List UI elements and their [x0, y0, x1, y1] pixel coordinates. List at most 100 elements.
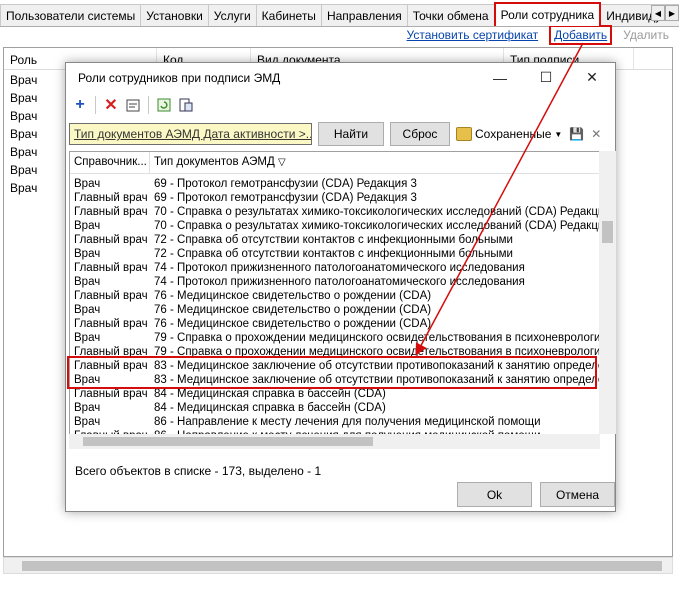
tab-employee-roles[interactable]: Роли сотрудника: [493, 2, 602, 26]
tab-services[interactable]: Услуги: [207, 4, 257, 26]
list-item[interactable]: Врач 79 - Справка о прохождении медицинск…: [70, 331, 599, 345]
list-item[interactable]: Главный врач 76 - Медицинское свидетельст…: [70, 289, 599, 303]
maximize-icon[interactable]: ☐: [523, 63, 569, 92]
list-item-doc-type: 70 - Справка о результатах химико-токсик…: [154, 220, 599, 232]
list-item-doc-type: 76 - Медицинское свидетельство о рождени…: [154, 304, 432, 316]
list-item-role: Главный врач: [74, 290, 148, 302]
list-item[interactable]: Главный врач 70 - Справка о результатах х…: [70, 205, 599, 219]
col-reference[interactable]: Справочник...: [70, 152, 150, 173]
saved-filters[interactable]: Сохраненные ▼ 💾 ✕: [456, 127, 601, 141]
chevron-down-icon: ▼: [554, 129, 563, 139]
window-controls: — ☐ ✕: [477, 63, 615, 92]
list-item-doc-type: 69 - Протокол гемотрансфузии (CDA) Редак…: [154, 178, 417, 190]
cancel-button[interactable]: Отмена: [540, 482, 615, 507]
save-icon[interactable]: 💾: [569, 127, 584, 141]
ok-button[interactable]: Ok: [457, 482, 532, 507]
list-item[interactable]: Главный врач 74 - Протокол прижизненного …: [70, 261, 599, 275]
tab-directions[interactable]: Направления: [320, 4, 408, 26]
list-item-role: Врач: [74, 374, 101, 386]
tab-strip: Пользователи системы Установки Услуги Ка…: [0, 2, 679, 27]
list-item-role: Врач: [74, 248, 101, 260]
sort-icon: ▽: [278, 157, 286, 168]
roles-dialog: Роли сотрудников при подписи ЭМД — ☐ ✕ +…: [65, 62, 616, 512]
list-item-role: Главный врач: [74, 192, 148, 204]
list-item[interactable]: Врач 84 - Медицинская справка в бассейн (…: [70, 401, 599, 415]
list-rows: Врач 69 - Протокол гемотрансфузии (CDA) Р…: [70, 174, 599, 443]
list-item-doc-type: 76 - Медицинское свидетельство о рождени…: [154, 290, 432, 302]
list-item-doc-type: 72 - Справка об отсутствии контактов с и…: [154, 248, 513, 260]
list-item[interactable]: Главный врач 72 - Справка об отсутствии к…: [70, 233, 599, 247]
list-item-role: Главный врач: [74, 346, 148, 358]
close-icon[interactable]: ✕: [569, 63, 615, 92]
list-item-doc-type: 72 - Справка об отсутствии контактов с и…: [154, 234, 513, 246]
list-header: Справочник... Тип документов АЭМД ▽: [70, 152, 599, 174]
list-item-doc-type: 79 - Справка о прохождении медицинского …: [154, 346, 599, 358]
properties-icon[interactable]: [124, 96, 142, 114]
list-item-doc-type: 84 - Медицинская справка в бассейн (CDA): [154, 402, 386, 414]
filter-input[interactable]: Тип документов АЭМД Дата активности >...: [69, 123, 312, 145]
status-text: Всего объектов в списке - 173, выделено …: [75, 464, 322, 478]
minimize-icon[interactable]: —: [477, 63, 523, 92]
list-item-role: Главный врач: [74, 360, 148, 372]
list-item[interactable]: Главный врач 76 - Медицинское свидетельст…: [70, 317, 599, 331]
tab-scroll-buttons: ◀ ▶: [651, 5, 679, 21]
tab-exchange-points[interactable]: Точки обмена: [406, 4, 495, 26]
saved-label: Сохраненные: [475, 127, 552, 141]
tab-users[interactable]: Пользователи системы: [0, 4, 142, 26]
col-aemd-doc-type[interactable]: Тип документов АЭМД ▽: [150, 152, 599, 173]
list-item-doc-type: 69 - Протокол гемотрансфузии (CDA) Редак…: [154, 192, 417, 204]
action-links: Установить сертификат Добавить Удалить: [407, 25, 669, 45]
list-item-role: Главный врач: [74, 318, 148, 330]
list-item-doc-type: 74 - Протокол прижизненного патологоанат…: [154, 262, 525, 274]
list-item-role: Главный врач: [74, 206, 148, 218]
list-item-role: Врач: [74, 220, 101, 232]
filter-bar: Тип документов АЭМД Дата активности >...…: [69, 121, 609, 147]
list-item-role: Главный врач: [74, 234, 148, 246]
list-item[interactable]: Врач 74 - Протокол прижизненного патолого…: [70, 275, 599, 289]
list-item[interactable]: Врач 76 - Медицинское свидетельство о рож…: [70, 303, 599, 317]
list-item[interactable]: Врач 72 - Справка об отсутствии контактов…: [70, 247, 599, 261]
list-item-doc-type: 83 - Медицинское заключение об отсутстви…: [154, 374, 599, 386]
list-item-doc-type: 79 - Справка о прохождении медицинского …: [154, 332, 599, 344]
list-item-doc-type: 76 - Медицинское свидетельство о рождени…: [154, 318, 432, 330]
refresh-icon[interactable]: [155, 96, 173, 114]
list-item-role: Главный врач: [74, 388, 148, 400]
list-item-role: Врач: [74, 276, 101, 288]
doc-type-list: Справочник... Тип документов АЭМД ▽ Врач…: [69, 151, 600, 449]
list-item-role: Врач: [74, 416, 101, 428]
list-item[interactable]: Главный врач 79 - Справка о прохождении м…: [70, 345, 599, 359]
reset-button[interactable]: Сброс: [390, 122, 450, 146]
list-item-role: Врач: [74, 402, 101, 414]
list-item[interactable]: Врач 70 - Справка о результатах химико-то…: [70, 219, 599, 233]
list-item[interactable]: Главный врач 69 - Протокол гемотрансфузии…: [70, 191, 599, 205]
folder-icon: [456, 127, 472, 141]
list-item-role: Врач: [74, 332, 101, 344]
tab-scroll-right-icon[interactable]: ▶: [665, 5, 679, 21]
list-item[interactable]: Врач 86 - Направление к месту лечения для…: [70, 415, 599, 429]
list-item-role: Врач: [74, 304, 101, 316]
set-certificate-link[interactable]: Установить сертификат: [407, 28, 539, 42]
list-item[interactable]: Врач 83 - Медицинское заключение об отсут…: [70, 373, 599, 387]
delete-icon[interactable]: ✕: [102, 96, 120, 114]
clear-icon[interactable]: ✕: [591, 127, 601, 141]
list-item[interactable]: Главный врач 83 - Медицинское заключение …: [70, 359, 599, 373]
tab-cabinets[interactable]: Кабинеты: [255, 4, 322, 26]
tab-scroll-left-icon[interactable]: ◀: [651, 5, 665, 21]
list-item-doc-type: 70 - Справка о результатах химико-токсик…: [154, 206, 599, 218]
list-item-doc-type: 74 - Протокол прижизненного патологоанат…: [154, 276, 525, 288]
add-link[interactable]: Добавить: [549, 25, 613, 45]
list-item-role: Главный врач: [74, 262, 148, 274]
add-icon[interactable]: +: [71, 96, 89, 114]
list-item-doc-type: 86 - Направление к месту лечения для пол…: [154, 416, 541, 428]
list-item[interactable]: Главный врач 84 - Медицинская справка в б…: [70, 387, 599, 401]
tab-settings[interactable]: Установки: [140, 4, 209, 26]
list-vertical-scrollbar[interactable]: [599, 151, 616, 434]
list-item-role: Врач: [74, 178, 101, 190]
list-item-doc-type: 84 - Медицинская справка в бассейн (CDA): [154, 388, 386, 400]
list-horizontal-scrollbar[interactable]: [69, 434, 600, 449]
find-button[interactable]: Найти: [318, 122, 384, 146]
list-item[interactable]: Врач 69 - Протокол гемотрансфузии (CDA) Р…: [70, 177, 599, 191]
grid-horizontal-scrollbar[interactable]: [3, 557, 673, 574]
list-item-doc-type: 83 - Медицинское заключение об отсутстви…: [154, 360, 599, 372]
export-icon[interactable]: [177, 96, 195, 114]
